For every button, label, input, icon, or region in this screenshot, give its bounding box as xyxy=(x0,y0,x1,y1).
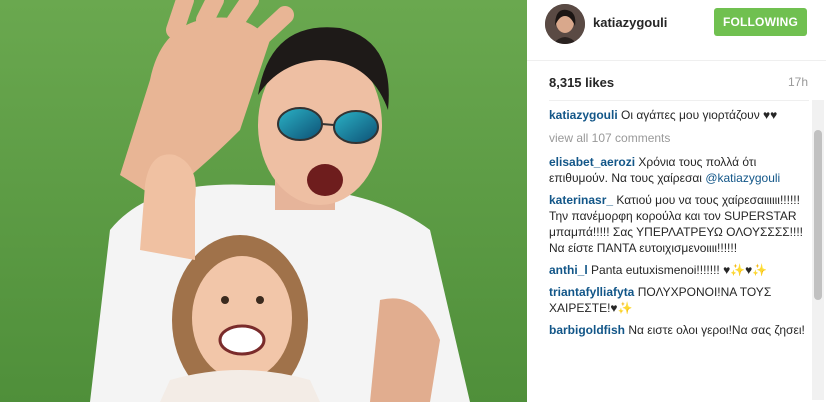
view-all-comments-link[interactable]: view all 107 comments xyxy=(549,130,805,146)
list-item: elisabet_aerozi Χρόνια τους πολλά ότι επ… xyxy=(549,154,805,186)
caption-username[interactable]: katiazygouli xyxy=(549,108,618,122)
post-time[interactable]: 17h xyxy=(788,75,808,89)
comments-list: katiazygouli Οι αγάπες μου γιορτάζουν ♥♥… xyxy=(549,107,805,402)
caption: katiazygouli Οι αγάπες μου γιορτάζουν ♥♥ xyxy=(549,107,805,123)
avatar-image xyxy=(545,4,585,44)
likes-count[interactable]: 8,315 likes xyxy=(549,75,614,90)
comment-text: Να ειστε ολοι γεροι!Να σας ζησει! xyxy=(628,323,805,337)
avatar[interactable] xyxy=(545,4,585,44)
post-photo[interactable] xyxy=(0,0,527,402)
list-item: triantafylliafyta ΠΟΛΥΧΡΟΝΟΙ!ΝΑ ΤΟΥΣ ΧΑΙ… xyxy=(549,284,805,316)
divider xyxy=(549,100,809,101)
comment-username[interactable]: triantafylliafyta xyxy=(549,285,634,299)
photo-illustration xyxy=(0,0,527,402)
caption-text: Οι αγάπες μου γιορτάζουν ♥♥ xyxy=(621,108,778,122)
comments-scrollbar[interactable] xyxy=(812,100,824,400)
following-button[interactable]: FOLLOWING xyxy=(714,8,807,36)
likes-row: 8,315 likes 17h xyxy=(549,75,808,90)
list-item: barbigoldfish Να ειστε ολοι γεροι!Να σας… xyxy=(549,322,805,338)
list-item: anthi_l Panta eutuxismenoi!!!!!!! ♥✨♥✨ xyxy=(549,262,805,278)
comment-username[interactable]: anthi_l xyxy=(549,263,588,277)
scrollbar-thumb[interactable] xyxy=(814,130,822,300)
comment-mention[interactable]: @katiazygouli xyxy=(705,171,780,185)
comment-username[interactable]: barbigoldfish xyxy=(549,323,625,337)
comment-username[interactable]: katerinasr_ xyxy=(549,193,613,207)
list-item: katerinasr_ Κατιού μου να τους χαίρεσαιι… xyxy=(549,192,805,256)
comment-username[interactable]: elisabet_aerozi xyxy=(549,155,635,169)
comment-text: Panta eutuxismenoi!!!!!!! ♥✨♥✨ xyxy=(591,263,768,277)
post-header: katiazygouli FOLLOWING xyxy=(527,0,826,61)
post-details-panel: katiazygouli FOLLOWING 8,315 likes 17h k… xyxy=(527,0,826,402)
header-username[interactable]: katiazygouli xyxy=(593,15,667,30)
